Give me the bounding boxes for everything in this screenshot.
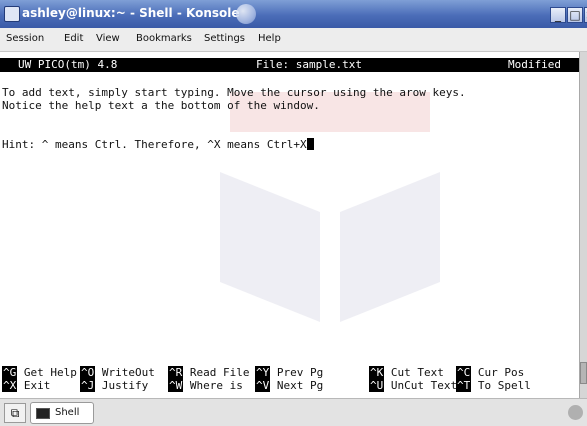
shortcut-label: Cut Text <box>390 366 444 379</box>
minimize-button[interactable]: _ <box>550 7 566 23</box>
terminal-icon <box>36 408 50 419</box>
terminal-area[interactable]: UW PICO(tm) 4.8 File: sample.txt Modifie… <box>0 52 579 398</box>
shortcut-uncut-text[interactable]: ^U UnCut Text <box>369 379 457 392</box>
terminal-scrollbar[interactable] <box>579 52 587 398</box>
shortcut-key: ^W <box>168 379 184 392</box>
shortcut-label: Get Help <box>23 366 77 379</box>
shortcut-where-is[interactable]: ^W Where is <box>168 379 243 392</box>
shortcut-cut-text[interactable]: ^K Cut Text <box>369 366 444 379</box>
shortcut-next-pg[interactable]: ^V Next Pg <box>255 379 323 392</box>
pico-app-name: UW PICO(tm) 4.8 <box>18 58 118 71</box>
menu-bookmarks[interactable]: Bookmarks <box>136 33 192 44</box>
shortcut-label: UnCut Text <box>390 379 458 392</box>
new-tab-icon: ⧉ <box>10 406 20 420</box>
shortcut-key: ^K <box>369 366 385 379</box>
shortcut-key: ^O <box>80 366 96 379</box>
shortcut-key: ^C <box>456 366 472 379</box>
pico-status: Modified <box>508 58 561 71</box>
menu-view[interactable]: View <box>96 33 120 44</box>
shortcut-key: ^G <box>2 366 18 379</box>
maximize-button[interactable]: □ <box>567 7 583 23</box>
shortcut-key: ^T <box>456 379 472 392</box>
shortcut-label: Next Pg <box>276 379 324 392</box>
shortcut-label: Cur Pos <box>477 366 525 379</box>
shortcut-get-help[interactable]: ^G Get Help <box>2 366 77 379</box>
new-tab-button[interactable]: ⧉ <box>4 403 26 423</box>
tab-label: Shell <box>55 407 80 418</box>
shortcut-label: Read File <box>189 366 250 379</box>
shortcut-label: To Spell <box>477 379 531 392</box>
menu-edit[interactable]: Edit <box>64 33 83 44</box>
shortcut-label: Where is <box>189 379 243 392</box>
menubar: Session Edit View Bookmarks Settings Hel… <box>0 28 587 52</box>
shortcut-cur-pos[interactable]: ^C Cur Pos <box>456 366 524 379</box>
hint-text: Hint: ^ means Ctrl. Therefore, ^X means … <box>2 138 307 151</box>
shortcut-exit[interactable]: ^X Exit <box>2 379 50 392</box>
shortcut-key: ^X <box>2 379 18 392</box>
shortcut-label: Exit <box>23 379 51 392</box>
text-line-4: Hint: ^ means Ctrl. Therefore, ^X means … <box>2 138 314 151</box>
pico-header-bar: UW PICO(tm) 4.8 File: sample.txt Modifie… <box>0 58 579 72</box>
pico-file-label: File: sample.txt <box>256 58 362 71</box>
window-title: ashley@linux:~ - Shell - Konsole <box>22 6 240 20</box>
shortcut-key: ^R <box>168 366 184 379</box>
shortcut-read-file[interactable]: ^R Read File <box>168 366 249 379</box>
shortcut-label: Prev Pg <box>276 366 324 379</box>
shortcut-writeout[interactable]: ^O WriteOut <box>80 366 155 379</box>
text-line-1: To add text, simply start typing. Move t… <box>2 86 466 99</box>
close-tab-icon[interactable] <box>568 405 583 420</box>
shortcut-to-spell[interactable]: ^T To Spell <box>456 379 531 392</box>
watermark-book-icon <box>220 92 440 322</box>
text-line-2: Notice the help text a the bottom of the… <box>2 99 320 112</box>
menu-settings[interactable]: Settings <box>204 33 245 44</box>
decoration-orb-icon <box>236 4 256 24</box>
shortcut-prev-pg[interactable]: ^Y Prev Pg <box>255 366 323 379</box>
shortcut-justify[interactable]: ^J Justify <box>80 379 148 392</box>
shortcut-key: ^U <box>369 379 385 392</box>
shortcut-label: WriteOut <box>101 366 155 379</box>
konsole-app-icon[interactable] <box>4 6 20 22</box>
menu-help[interactable]: Help <box>258 33 281 44</box>
text-cursor <box>306 138 314 150</box>
shortcut-label: Justify <box>101 379 149 392</box>
tab-shell[interactable]: Shell <box>30 402 94 424</box>
shortcut-key: ^J <box>80 379 96 392</box>
menu-session[interactable]: Session <box>6 33 44 44</box>
window-titlebar[interactable]: ashley@linux:~ - Shell - Konsole _ □ × <box>0 0 587 28</box>
shortcut-key: ^V <box>255 379 271 392</box>
session-tabbar: ⧉ Shell <box>0 398 587 426</box>
scrollbar-thumb[interactable] <box>580 362 587 384</box>
shortcut-key: ^Y <box>255 366 271 379</box>
